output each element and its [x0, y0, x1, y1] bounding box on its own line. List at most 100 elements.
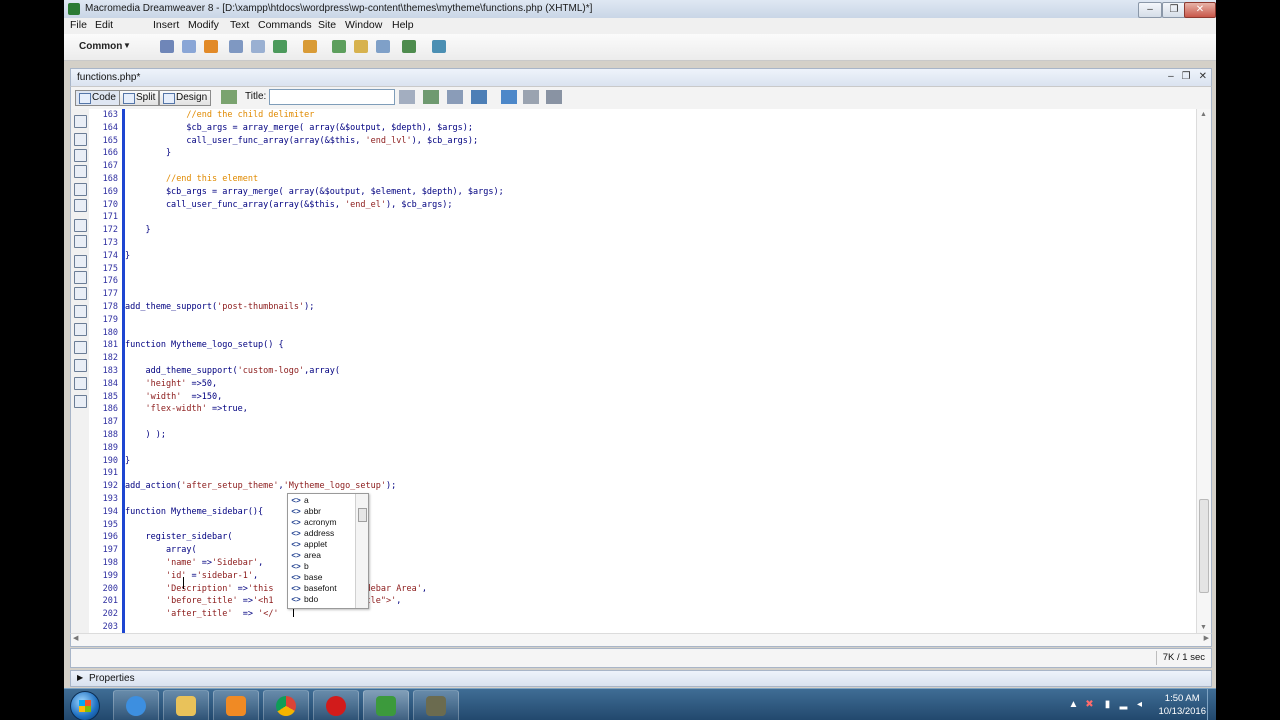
browser-check-icon[interactable] [471, 90, 487, 104]
code-line[interactable]: add_theme_support('post-thumbnails'); [125, 301, 314, 314]
code-line[interactable]: 'id' ='sidebar-1', [125, 570, 258, 583]
code-line[interactable]: } [125, 147, 171, 160]
code-hint-item[interactable]: <> abbr [288, 506, 354, 517]
layer-icon[interactable] [251, 40, 265, 53]
visual-aids-icon[interactable] [546, 90, 562, 104]
maximize-button[interactable]: ❐ [1162, 2, 1186, 18]
taskbar-chrome[interactable] [263, 690, 309, 720]
file-management-icon[interactable] [399, 90, 415, 104]
expand-all-icon[interactable] [74, 165, 87, 178]
design-view-button[interactable]: Design [159, 90, 212, 106]
code-hint-scroll-thumb[interactable] [358, 508, 367, 522]
code-line[interactable]: ) ); [125, 429, 165, 442]
insert-category-select[interactable]: Common [79, 41, 122, 52]
code-line[interactable]: 'flex-width' =>true, [125, 403, 247, 416]
code-hint-item[interactable]: <> a [288, 495, 354, 506]
show-desktop-button[interactable] [1207, 689, 1216, 720]
line-numbers-icon[interactable] [74, 219, 87, 232]
named-anchor-icon[interactable] [204, 40, 218, 53]
code-area[interactable]: //end the child delimiter $cb_args = arr… [125, 109, 1185, 633]
network-icon[interactable]: ▂ [1118, 699, 1129, 710]
view-options-icon[interactable] [523, 90, 539, 104]
remove-comment-icon[interactable] [74, 271, 87, 284]
code-line[interactable]: add_action('after_setup_theme','Mytheme_… [125, 480, 396, 493]
indent-code-icon[interactable] [74, 341, 87, 354]
code-hint-scrollbar[interactable] [355, 494, 368, 608]
select-parent-tag-icon[interactable] [74, 183, 87, 196]
open-documents-icon[interactable] [74, 115, 87, 128]
code-line[interactable]: //end the child delimiter [125, 109, 314, 122]
wrap-tag-icon[interactable] [74, 287, 87, 300]
minimize-button[interactable]: – [1138, 2, 1162, 18]
outdent-code-icon[interactable] [74, 359, 87, 372]
code-line[interactable]: } [125, 250, 130, 263]
code-hint-item[interactable]: <> area [288, 550, 354, 561]
doc-minimize-icon[interactable]: – [1168, 71, 1174, 82]
code-line[interactable]: 'name' =>'Sidebar', [125, 557, 263, 570]
code-line[interactable]: function Mytheme_logo_setup() { [125, 339, 284, 352]
menu-commands[interactable]: Commands [258, 19, 312, 31]
taskbar-media-player[interactable] [213, 690, 259, 720]
scroll-right-icon[interactable]: ▶ [1204, 634, 1209, 642]
email-link-icon[interactable] [182, 40, 196, 53]
doc-restore-icon[interactable]: ❐ [1182, 71, 1191, 82]
recent-snippets-icon[interactable] [74, 305, 87, 318]
start-button[interactable] [70, 691, 100, 720]
code-line[interactable]: 'after_title' => '</' [125, 608, 279, 621]
menu-insert[interactable]: Insert [153, 19, 179, 31]
preview-debug-icon[interactable] [423, 90, 439, 104]
media-icon[interactable] [303, 40, 317, 53]
show-hidden-icons-icon[interactable]: ▲ [1068, 699, 1079, 710]
close-button[interactable]: ✕ [1184, 2, 1216, 18]
refresh-icon[interactable] [501, 90, 517, 104]
balance-braces-icon[interactable] [74, 199, 87, 212]
code-line[interactable]: register_sidebar( [125, 531, 232, 544]
images-icon[interactable] [273, 40, 287, 53]
properties-panel-header[interactable]: ▶ Properties [70, 670, 1212, 687]
taskbar-explorer[interactable] [163, 690, 209, 720]
hyperlink-icon[interactable] [160, 40, 174, 53]
refresh-design-icon[interactable] [447, 90, 463, 104]
code-line[interactable]: array( [125, 544, 197, 557]
code-line[interactable]: } [125, 224, 150, 237]
horizontal-scroll-thumb[interactable] [83, 636, 1183, 642]
vertical-scrollbar[interactable]: ▲ ▼ [1196, 109, 1211, 633]
menu-modify[interactable]: Modify [188, 19, 219, 31]
tab-functions-php[interactable]: functions.php* [77, 72, 140, 83]
live-data-icon[interactable] [221, 90, 237, 104]
collapse-selection-icon[interactable] [74, 149, 87, 162]
document-title-input[interactable] [269, 89, 395, 105]
split-view-button[interactable]: Split [119, 90, 160, 106]
code-line[interactable]: call_user_func_array(array(&$this, 'end_… [125, 199, 453, 212]
code-line[interactable]: $cb_args = array_merge( array(&$output, … [125, 186, 504, 199]
menu-text[interactable]: Text [230, 19, 249, 31]
code-line[interactable]: $cb_args = array_merge( array(&$output, … [125, 122, 473, 135]
collapse-full-tag-icon[interactable] [74, 133, 87, 146]
code-hint-item[interactable]: <> b [288, 561, 354, 572]
code-hint-item[interactable]: <> applet [288, 539, 354, 550]
head-icon[interactable] [376, 40, 390, 53]
table-icon[interactable] [229, 40, 243, 53]
code-line[interactable]: //end this element [125, 173, 258, 186]
taskbar-dreamweaver[interactable] [363, 690, 409, 720]
menu-window[interactable]: Window [345, 19, 382, 31]
menu-help[interactable]: Help [392, 19, 414, 31]
expand-triangle-icon[interactable]: ▶ [77, 673, 83, 682]
horizontal-scrollbar[interactable]: ◀ ▶ [70, 633, 1212, 647]
volume-icon[interactable]: ◂ [1134, 699, 1145, 710]
scroll-down-icon[interactable]: ▼ [1200, 624, 1207, 631]
taskbar-app[interactable] [413, 690, 459, 720]
settings-icon[interactable] [74, 395, 87, 408]
code-hint-menu[interactable]: <> a <> abbr <> acronym <> address <> applet … [287, 493, 369, 609]
code-line[interactable]: 'width' =>150, [125, 391, 222, 404]
scroll-left-icon[interactable]: ◀ [73, 634, 78, 642]
code-view-button[interactable]: Code [75, 90, 120, 106]
code-hint-item[interactable]: <> basefont [288, 583, 354, 594]
menu-edit[interactable]: Edit [95, 19, 113, 31]
code-hint-item[interactable]: <> acronym [288, 517, 354, 528]
battery-icon[interactable]: ▮ [1102, 699, 1113, 710]
system-clock[interactable]: 1:50 AM 10/13/2016 [1158, 692, 1206, 718]
code-line[interactable]: call_user_func_array(array(&$this, 'end_… [125, 135, 478, 148]
code-line[interactable]: } [125, 455, 130, 468]
chevron-down-icon[interactable]: ▼ [123, 41, 131, 50]
